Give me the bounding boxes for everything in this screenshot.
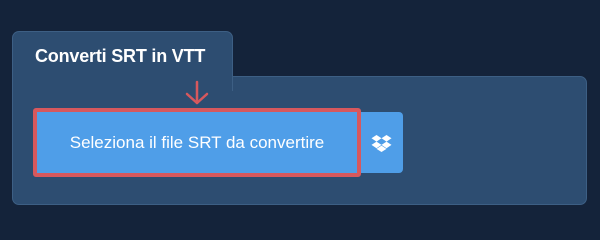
panel-title: Converti SRT in VTT (35, 46, 206, 66)
select-srt-file-button[interactable]: Seleziona il file SRT da convertire (33, 108, 361, 177)
arrow-down-icon (185, 80, 209, 105)
dropbox-icon (371, 135, 392, 152)
